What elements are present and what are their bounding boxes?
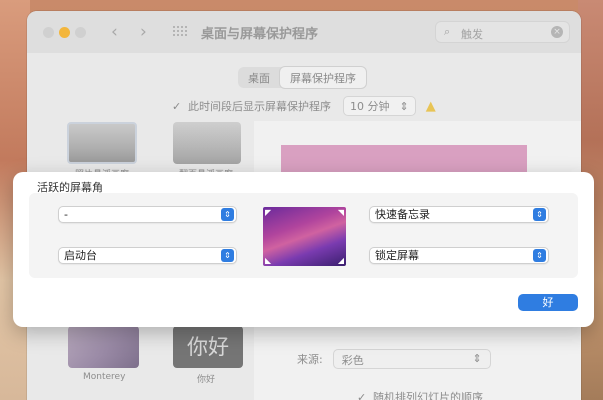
source-label: 来源: — [297, 353, 323, 366]
show-all-grid-icon[interactable] — [173, 26, 187, 38]
tab-bar: 桌面 屏幕保护程序 — [238, 67, 366, 88]
chevron-updown-icon: ⇕ — [399, 99, 409, 113]
idle-time-value: 10 分钟 — [350, 100, 390, 113]
source-select[interactable]: 彩色 ⇕ — [332, 349, 491, 369]
corner-marker-icon: ◤ — [265, 208, 272, 217]
top-left-corner-value: - — [64, 208, 68, 221]
bottom-right-corner-select[interactable]: 锁定屏幕 ⇕ — [369, 247, 549, 264]
close-window-button[interactable] — [43, 27, 54, 38]
tab-desktop[interactable]: 桌面 — [238, 67, 280, 88]
search-input-text[interactable]: 触发 — [461, 26, 483, 42]
saver-label: 你好 — [197, 375, 216, 385]
saver-thumbnail-flip-floating[interactable] — [173, 122, 241, 164]
tab-screen-saver[interactable]: 屏幕保护程序 — [280, 67, 366, 88]
corner-marker-icon: ◢ — [337, 256, 344, 265]
top-left-corner-select[interactable]: - ⇕ — [58, 206, 237, 223]
saver-label: Monterey — [83, 372, 126, 382]
minimize-window-button[interactable] — [59, 27, 70, 38]
forward-icon[interactable]: › — [140, 22, 147, 42]
search-field[interactable]: ⌕ 触发 × — [435, 21, 570, 43]
zoom-window-button[interactable] — [75, 27, 86, 38]
chevron-updown-icon: ⇕ — [472, 352, 482, 365]
top-right-corner-value: 快速备忘录 — [375, 208, 430, 221]
source-row: 来源: 彩色 ⇕ — [297, 349, 491, 369]
back-icon[interactable]: ‹ — [111, 22, 118, 42]
bottom-left-corner-select[interactable]: 启动台 ⇕ — [58, 247, 237, 264]
shuffle-label: 随机排列幻灯片的顺序 — [373, 391, 483, 400]
saver-thumbnail-hello[interactable]: 你好 — [173, 326, 243, 368]
chevron-updown-icon: ⇕ — [221, 208, 234, 221]
idle-option-label: 此时间段后显示屏幕保护程序 — [188, 100, 331, 113]
bottom-left-corner-value: 启动台 — [64, 249, 97, 262]
idle-time-row: ✓ 此时间段后显示屏幕保护程序 10 分钟 ⇕ ▲ — [172, 96, 436, 116]
corner-marker-icon: ◣ — [265, 256, 272, 265]
screen-preview-image: ◤ ◥ ◣ ◢ — [263, 207, 346, 266]
chevron-updown-icon: ⇕ — [533, 208, 546, 221]
ok-button[interactable]: 好 — [518, 294, 578, 311]
checkmark-icon[interactable]: ✓ — [172, 101, 183, 112]
search-icon: ⌕ — [444, 25, 451, 38]
corner-marker-icon: ◥ — [337, 208, 344, 217]
window-title: 桌面与屏幕保护程序 — [201, 27, 319, 42]
saver-thumbnail-monterey[interactable] — [68, 326, 139, 368]
title-bar: ‹ › 桌面与屏幕保护程序 ⌕ 触发 × — [27, 11, 581, 53]
bottom-right-corner-value: 锁定屏幕 — [375, 249, 419, 262]
top-right-corner-select[interactable]: 快速备忘录 ⇕ — [369, 206, 549, 223]
saver-thumbnail-photo-floating[interactable] — [67, 122, 137, 164]
chevron-updown-icon: ⇕ — [221, 249, 234, 262]
checkmark-icon[interactable]: ✓ — [357, 392, 368, 400]
warning-icon: ▲ — [425, 98, 436, 114]
chevron-updown-icon: ⇕ — [533, 249, 546, 262]
source-value: 彩色 — [341, 354, 364, 367]
idle-time-select[interactable]: 10 分钟 ⇕ — [343, 96, 416, 116]
hot-corners-sheet: 活跃的屏幕角 - ⇕ 启动台 ⇕ 快速备忘录 ⇕ 锁定屏幕 ⇕ ◤ ◥ ◣ ◢ … — [13, 172, 594, 327]
shuffle-row: ✓ 随机排列幻灯片的顺序 — [357, 389, 483, 400]
clear-search-icon[interactable]: × — [551, 26, 563, 38]
